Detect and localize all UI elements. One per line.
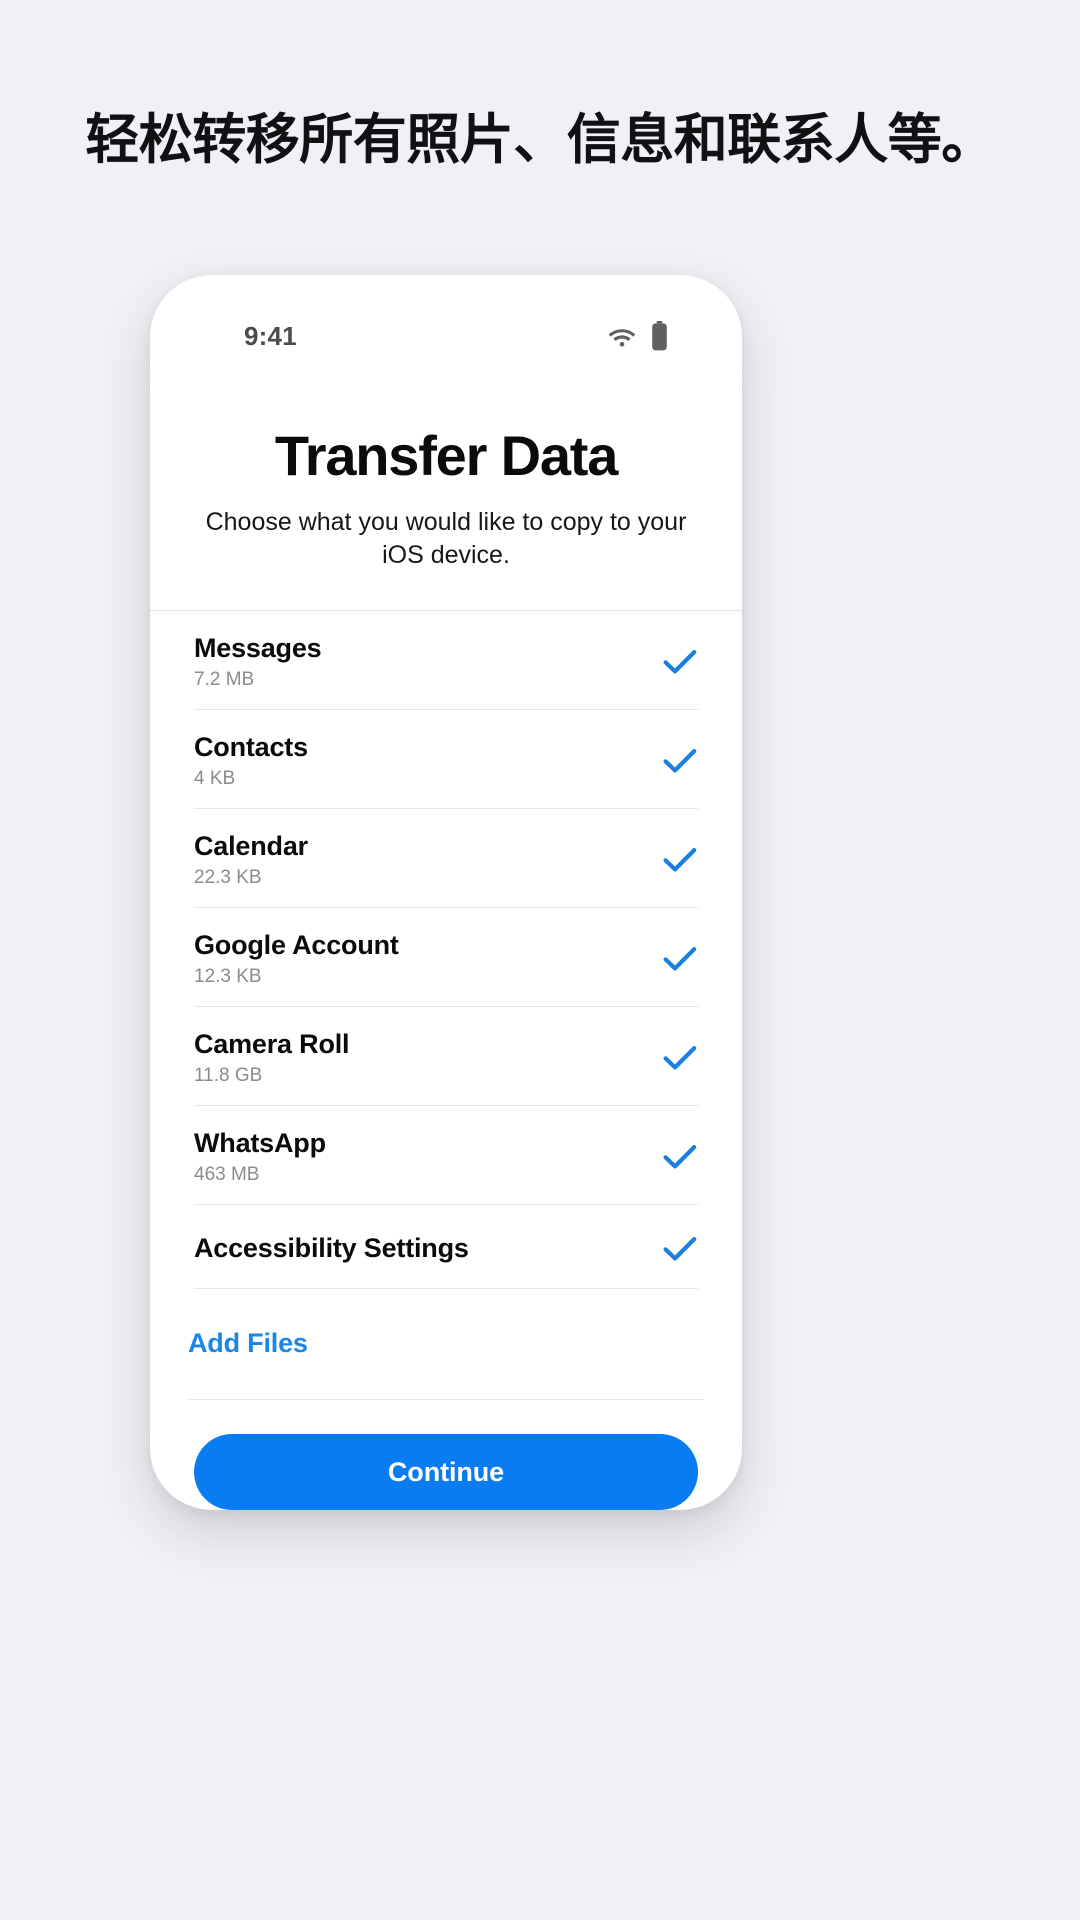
page-subtitle: Choose what you would like to copy to yo… [205, 507, 687, 570]
check-icon[interactable] [662, 1231, 698, 1267]
transfer-item-texts: Accessibility Settings [194, 1233, 469, 1264]
transfer-item-label: Google Account [194, 930, 399, 961]
transfer-item-size: 4 KB [194, 768, 236, 790]
continue-button[interactable]: Continue [194, 1434, 698, 1510]
transfer-item-label: Contacts [194, 732, 308, 763]
transfer-item-texts: Camera Roll 11.8 GB [194, 1029, 350, 1087]
transfer-item-texts: Google Account 12.3 KB [194, 930, 399, 988]
transfer-item-texts: WhatsApp 463 MB [194, 1128, 326, 1186]
page-title: Transfer Data [274, 424, 619, 487]
transfer-item-texts: Calendar 22.3 KB [194, 831, 308, 889]
check-icon[interactable] [662, 1139, 698, 1175]
transfer-item-size: 7.2 MB [194, 669, 255, 691]
marketing-headline: 轻松转移所有照片、信息和联系人等。 [85, 110, 995, 170]
transfer-item-label: Calendar [194, 831, 308, 862]
transfer-item-label: Accessibility Settings [194, 1233, 469, 1264]
add-files-link[interactable]: Add Files [188, 1328, 308, 1358]
check-icon[interactable] [662, 842, 698, 878]
transfer-item-row[interactable]: Camera Roll 11.8 GB [194, 1007, 698, 1107]
wifi-icon [607, 325, 637, 347]
transfer-item-label: Messages [194, 633, 322, 664]
transfer-item-row[interactable]: WhatsApp 463 MB [194, 1106, 698, 1206]
transfer-item-row[interactable]: Google Account 12.3 KB [194, 908, 698, 1008]
transfer-item-size: 11.8 GB [194, 1065, 263, 1087]
transfer-item-row[interactable]: Calendar 22.3 KB [194, 809, 698, 909]
transfer-item-size: 22.3 KB [194, 867, 262, 889]
transfer-item-label: WhatsApp [194, 1128, 326, 1159]
transfer-item-row[interactable]: Contacts 4 KB [194, 710, 698, 810]
phone-mockup: 9:41 Transfer Data Choose what you would… [150, 275, 742, 1510]
transfer-item-row[interactable]: Messages 7.2 MB [194, 611, 698, 711]
check-icon[interactable] [662, 1040, 698, 1076]
check-icon[interactable] [662, 743, 698, 779]
battery-icon [651, 321, 668, 351]
transfer-item-size: 12.3 KB [194, 966, 262, 988]
title-block: Transfer Data Choose what you would like… [150, 367, 742, 572]
transfer-item-row[interactable]: Accessibility Settings [194, 1205, 698, 1290]
check-icon[interactable] [662, 941, 698, 977]
transfer-item-size: 463 MB [194, 1164, 260, 1186]
add-files-row[interactable]: Add Files [188, 1298, 704, 1400]
status-bar-time: 9:41 [244, 320, 297, 351]
transfer-data-screen: Transfer Data Choose what you would like… [150, 367, 742, 1510]
transfer-item-texts: Contacts 4 KB [194, 732, 308, 790]
status-bar-icons [607, 321, 692, 351]
transfer-item-texts: Messages 7.2 MB [194, 633, 322, 691]
check-icon[interactable] [662, 644, 698, 680]
transfer-item-label: Camera Roll [194, 1029, 350, 1060]
transfer-items-list: Messages 7.2 MB Contacts 4 KB Calendar 22.3 K… [150, 610, 742, 1298]
cta-area: Continue [150, 1400, 742, 1510]
status-bar: 9:41 [150, 275, 742, 367]
